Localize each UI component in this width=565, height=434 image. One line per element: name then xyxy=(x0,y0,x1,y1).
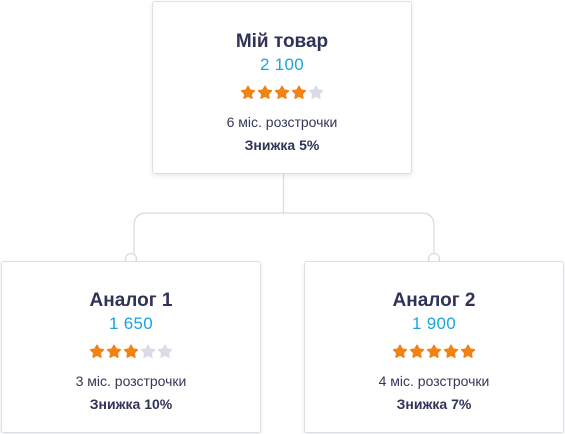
star-icon xyxy=(291,85,307,101)
connector-bar xyxy=(133,212,435,227)
installments-text: 6 міс. розстрочки xyxy=(226,114,338,130)
card-price: 2 100 xyxy=(259,55,305,74)
card-title: Аналог 1 xyxy=(89,290,173,311)
star-icon xyxy=(274,85,290,101)
card-price: 1 650 xyxy=(108,314,154,333)
rating-stars xyxy=(153,85,411,101)
star-icon xyxy=(240,85,256,101)
star-icon xyxy=(460,344,476,360)
rating-stars xyxy=(2,344,260,360)
star-icon xyxy=(157,344,173,360)
installments-text: 4 міс. розстрочки xyxy=(378,373,490,389)
card-analog-2: Аналог 2 1 900 4 міс. розстрочки Знижка … xyxy=(304,261,564,433)
discount-text: Знижка 5% xyxy=(244,137,320,153)
star-icon xyxy=(257,85,273,101)
star-icon xyxy=(308,85,324,101)
card-title: Аналог 2 xyxy=(392,290,476,311)
card-price: 1 900 xyxy=(411,314,457,333)
star-icon xyxy=(89,344,105,360)
star-icon xyxy=(123,344,139,360)
star-icon xyxy=(140,344,156,360)
rating-stars xyxy=(305,344,563,360)
card-analog-1: Аналог 1 1 650 3 міс. розстрочки Знижка … xyxy=(1,261,261,433)
card-title: Мій товар xyxy=(235,31,329,52)
installments-text: 3 міс. розстрочки xyxy=(75,373,187,389)
star-icon xyxy=(443,344,459,360)
card-my-product: Мій товар 2 100 6 міс. розстрочки Знижка… xyxy=(152,1,412,174)
star-icon xyxy=(409,344,425,360)
star-icon xyxy=(106,344,122,360)
star-icon xyxy=(426,344,442,360)
discount-text: Знижка 10% xyxy=(89,396,173,412)
discount-text: Знижка 7% xyxy=(396,396,472,412)
star-icon xyxy=(392,344,408,360)
